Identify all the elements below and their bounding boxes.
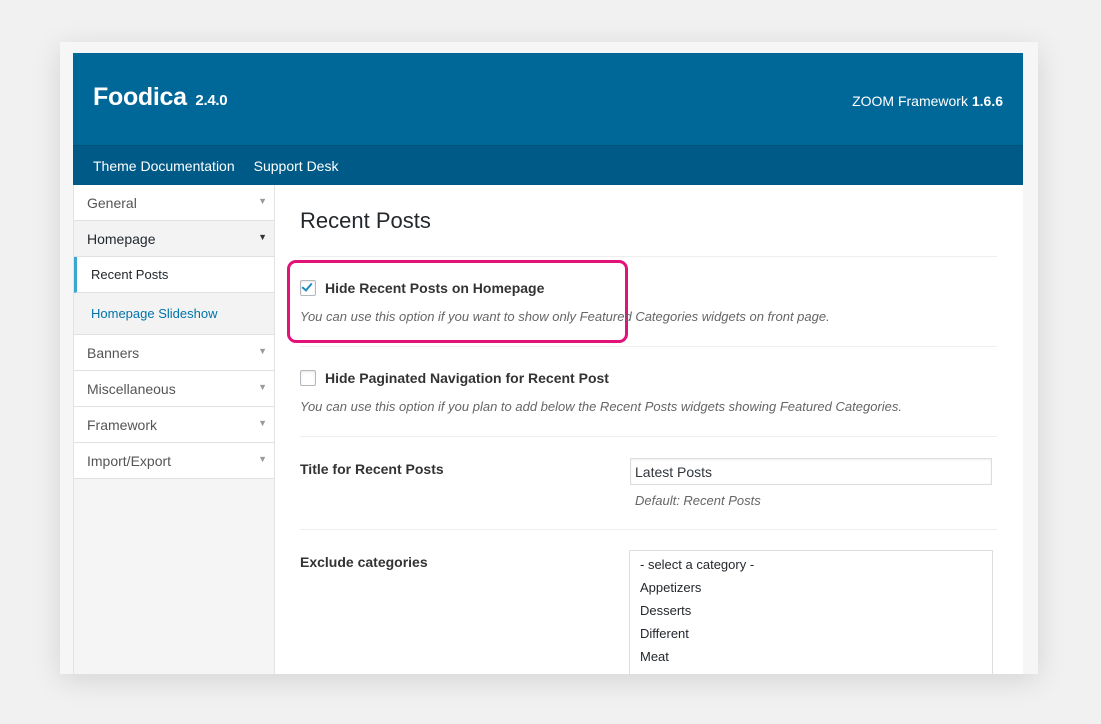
option-exclude-categories: Exclude categories - select a category -… [300, 530, 997, 674]
sidebar-item-general[interactable]: General ▼ [74, 185, 274, 221]
hide-recent-posts-checkbox[interactable] [300, 280, 316, 296]
option-title-for-recent-posts: Title for Recent Posts Default: Recent P… [300, 437, 997, 530]
sidebar-item-label: General [87, 194, 137, 211]
sidebar-item-banners[interactable]: Banners ▼ [74, 335, 274, 371]
theme-documentation-link[interactable]: Theme Documentation [93, 158, 235, 174]
highlight-annotation [287, 260, 628, 343]
hide-paginated-navigation-checkbox[interactable] [300, 370, 316, 386]
listbox-option[interactable]: Desserts [630, 599, 992, 622]
listbox-option[interactable]: Different [630, 622, 992, 645]
theme-version: 2.4.0 [195, 92, 228, 109]
triangle-down-icon: ▼ [258, 232, 267, 242]
framework-version: 1.6.6 [971, 93, 1003, 109]
sidebar-subitem-recent-posts[interactable]: Recent Posts [74, 257, 274, 293]
options-content: Recent Posts Hide Recent Posts on Homepa… [275, 185, 1023, 674]
triangle-down-icon: ▼ [258, 196, 267, 206]
triangle-down-icon: ▼ [258, 382, 267, 392]
theme-name: Foodica [93, 83, 187, 111]
field-label: Exclude categories [300, 554, 428, 570]
sidebar-item-miscellaneous[interactable]: Miscellaneous ▼ [74, 371, 274, 407]
sidebar-item-framework[interactable]: Framework ▼ [74, 407, 274, 443]
option-hide-recent-posts: Hide Recent Posts on Homepage You can us… [287, 257, 997, 347]
screenshot-frame: Foodica 2.4.0 ZOOM Framework 1.6.6 Theme… [60, 42, 1038, 674]
theme-options-panel: Foodica 2.4.0 ZOOM Framework 1.6.6 Theme… [73, 53, 1023, 674]
option-label: Hide Paginated Navigation for Recent Pos… [325, 370, 609, 386]
sidebar-item-label: Miscellaneous [87, 380, 176, 397]
sidebar-item-label: Banners [87, 344, 140, 361]
support-desk-link[interactable]: Support Desk [254, 158, 339, 174]
sidebar-subitem-homepage-slideshow[interactable]: Homepage Slideshow [74, 293, 274, 335]
exclude-categories-listbox[interactable]: - select a category - Appetizers Dessert… [629, 550, 993, 674]
option-label: Hide Recent Posts on Homepage [325, 280, 545, 296]
options-sidebar: General ▼ Homepage ▼ Recent Posts Homepa… [73, 185, 275, 674]
field-label: Title for Recent Posts [300, 461, 444, 477]
sidebar-item-label: Import/Export [87, 452, 172, 469]
option-hide-paginated-navigation: Hide Paginated Navigation for Recent Pos… [300, 347, 997, 437]
framework-info: ZOOM Framework 1.6.6 [852, 93, 1003, 109]
listbox-option[interactable]: Meat [630, 645, 992, 668]
theme-brand: Foodica 2.4.0 [93, 83, 228, 112]
triangle-down-icon: ▼ [258, 418, 267, 428]
options-body: General ▼ Homepage ▼ Recent Posts Homepa… [73, 185, 1023, 674]
default-note: Default: Recent Posts [635, 493, 761, 508]
framework-name: ZOOM Framework [852, 93, 968, 109]
option-description: You can use this option if you want to s… [300, 309, 830, 324]
checkmark-icon [301, 280, 313, 292]
theme-header: Foodica 2.4.0 ZOOM Framework 1.6.6 [73, 53, 1023, 145]
sidebar-item-homepage[interactable]: Homepage ▼ [74, 221, 274, 257]
option-description: You can use this option if you plan to a… [300, 399, 902, 414]
sidebar-item-label: Homepage [87, 230, 156, 247]
sidebar-item-import-export[interactable]: Import/Export ▼ [74, 443, 274, 479]
listbox-option[interactable]: - select a category - [630, 553, 992, 576]
sidebar-item-label: Framework [87, 416, 158, 433]
recent-posts-title-input[interactable] [630, 458, 992, 485]
header-subnav: Theme Documentation Support Desk [73, 145, 1023, 185]
section-title: Recent Posts [300, 185, 997, 257]
triangle-down-icon: ▼ [258, 346, 267, 356]
triangle-down-icon: ▼ [258, 454, 267, 464]
listbox-option[interactable]: Appetizers [630, 576, 992, 599]
